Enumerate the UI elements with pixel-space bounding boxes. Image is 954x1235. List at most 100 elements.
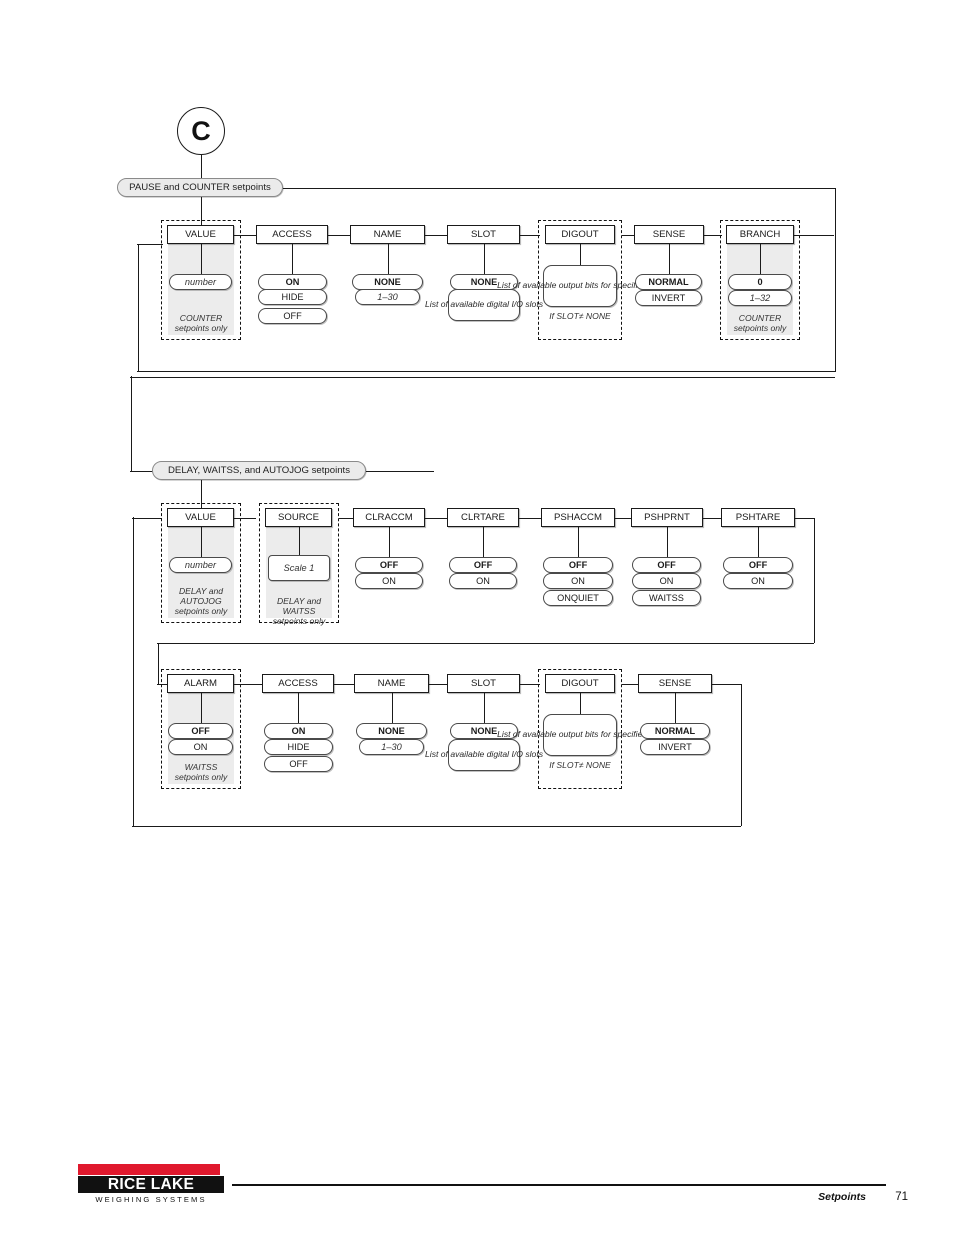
param-box-value[interactable]: VALUE: [167, 225, 234, 244]
param-box-branch[interactable]: BRANCH: [726, 225, 794, 244]
param-box-value[interactable]: VALUE: [167, 508, 234, 527]
value-pill[interactable]: OFF: [632, 557, 701, 573]
value-label: 1–30: [381, 742, 402, 752]
param-box-sense[interactable]: SENSE: [634, 225, 704, 244]
connector-line: [483, 244, 485, 274]
value-label: NORMAL: [654, 726, 696, 736]
value-pill[interactable]: List of available digital I/O slots: [425, 739, 543, 771]
param-box-access[interactable]: ACCESS: [262, 674, 334, 693]
value-pill[interactable]: ON: [258, 274, 327, 290]
group-caption: If SLOT≠ NONE: [549, 311, 611, 321]
param-label: PSHTARE: [735, 512, 781, 523]
value-pill[interactable]: NONE: [356, 723, 427, 739]
value-pill[interactable]: OFF: [449, 557, 517, 573]
value-label: OFF: [657, 560, 676, 570]
footer-page-number: 71: [895, 1191, 908, 1203]
param-label: CLRACCM: [365, 512, 413, 523]
connector-line: [391, 693, 393, 723]
connector-line: [132, 825, 741, 827]
param-box-name[interactable]: NAME: [354, 674, 429, 693]
param-box-clraccm[interactable]: CLRACCM: [353, 508, 425, 527]
connector-line: [200, 155, 202, 179]
value-pill[interactable]: OFF: [723, 557, 793, 573]
param-box-name[interactable]: NAME: [350, 225, 425, 244]
connector-line: [759, 244, 761, 274]
connector-line: [674, 693, 676, 723]
connector-line: [283, 187, 835, 189]
value-label: OFF: [289, 759, 308, 769]
value-pill[interactable]: INVERT: [640, 739, 710, 755]
connector-line: [795, 517, 814, 519]
value-label: ON: [285, 277, 300, 287]
param-label: SENSE: [658, 678, 692, 689]
value-pill[interactable]: List of available output bits for specif…: [497, 714, 663, 756]
group-caption: DELAY and AUTOJOG setpoints only: [174, 586, 228, 617]
param-box-pshaccm[interactable]: PSHACCM: [541, 508, 615, 527]
connector-marker-label: C: [191, 115, 211, 146]
value-pill[interactable]: NORMAL: [640, 723, 710, 739]
value-label: 0: [757, 277, 763, 287]
value-pill[interactable]: number: [169, 274, 232, 290]
param-box-source[interactable]: SOURCE: [265, 508, 332, 527]
value-pill[interactable]: ONQUIET: [543, 590, 613, 606]
value-pill[interactable]: ON: [264, 723, 333, 739]
brand-name: RICE LAKE: [78, 1176, 224, 1193]
value-pill[interactable]: ON: [543, 573, 613, 589]
connector-line: [425, 234, 447, 236]
value-pill[interactable]: Scale 1: [268, 555, 330, 581]
value-label: ON: [382, 576, 396, 586]
param-label: CLRTARE: [461, 512, 505, 523]
value-pill[interactable]: ON: [355, 573, 423, 589]
value-pill[interactable]: 0: [728, 274, 792, 290]
connector-line: [579, 244, 581, 265]
param-box-pshtare[interactable]: PSHTARE: [721, 508, 795, 527]
value-pill[interactable]: NORMAL: [635, 274, 702, 290]
connector-line: [425, 517, 447, 519]
value-label: ON: [571, 576, 585, 586]
value-pill[interactable]: OFF: [355, 557, 423, 573]
param-box-alarm[interactable]: ALARM: [167, 674, 234, 693]
connector-line: [615, 517, 631, 519]
value-label: OFF: [379, 560, 399, 570]
connector-line: [298, 527, 300, 555]
value-pill[interactable]: List of available digital I/O slots: [425, 289, 543, 321]
value-pill[interactable]: INVERT: [635, 290, 702, 306]
param-label: VALUE: [185, 512, 216, 523]
value-pill[interactable]: ON: [168, 739, 233, 755]
param-box-slot[interactable]: SLOT: [447, 225, 520, 244]
value-pill[interactable]: 1–30: [355, 289, 420, 305]
value-pill[interactable]: WAITSS: [632, 590, 701, 606]
value-pill[interactable]: NONE: [352, 274, 423, 290]
connector-line: [703, 517, 721, 519]
value-pill[interactable]: HIDE: [258, 289, 327, 305]
param-label: ACCESS: [278, 678, 318, 689]
connector-line: [579, 693, 581, 714]
param-label: SLOT: [470, 678, 497, 689]
brand-tagline: WEIGHING SYSTEMS: [95, 1195, 207, 1204]
value-pill[interactable]: OFF: [168, 723, 233, 739]
value-pill[interactable]: OFF: [543, 557, 613, 573]
connector-line: [328, 234, 350, 236]
value-pill[interactable]: ON: [723, 573, 793, 589]
value-pill[interactable]: ON: [449, 573, 517, 589]
value-pill[interactable]: OFF: [264, 756, 333, 772]
value-pill[interactable]: number: [169, 557, 232, 573]
param-box-access[interactable]: ACCESS: [256, 225, 328, 244]
value-pill[interactable]: HIDE: [264, 739, 333, 755]
param-box-sense[interactable]: SENSE: [638, 674, 712, 693]
value-pill[interactable]: List of available output bits for specif…: [497, 265, 663, 307]
value-pill[interactable]: 1–32: [728, 290, 792, 306]
value-label: number: [184, 560, 217, 570]
param-box-clrtare[interactable]: CLRTARE: [447, 508, 519, 527]
param-label: NAME: [373, 229, 402, 240]
connector-line: [429, 683, 447, 685]
value-pill[interactable]: ON: [632, 573, 701, 589]
param-box-pshprnt[interactable]: PSHPRNT: [631, 508, 703, 527]
param-box-digout[interactable]: DIGOUT: [545, 225, 615, 244]
param-box-slot[interactable]: SLOT: [447, 674, 520, 693]
value-pill[interactable]: 1–30: [359, 739, 424, 755]
value-pill[interactable]: OFF: [258, 308, 327, 324]
param-box-digout[interactable]: DIGOUT: [545, 674, 615, 693]
connector-line: [668, 244, 670, 274]
value-label: number: [184, 277, 217, 287]
